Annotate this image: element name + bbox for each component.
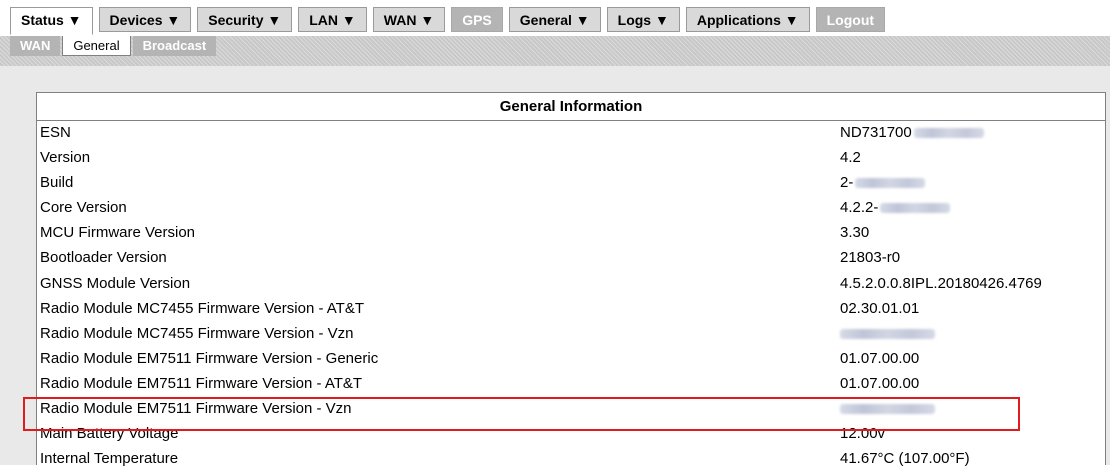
row-value: 01.07.00.00	[840, 346, 919, 371]
row-label: Radio Module EM7511 Firmware Version - A…	[40, 374, 363, 392]
content-area: General Information ESN ND731700 Version 4.…	[0, 66, 1110, 467]
info-row-build: Build 2-	[37, 170, 1105, 195]
tab-general[interactable]: General	[62, 36, 131, 56]
menu-devices[interactable]: Devices ▼	[98, 7, 192, 32]
row-value-text: 01.07.00.00	[840, 374, 920, 392]
row-label: MCU Firmware Version	[40, 224, 196, 242]
info-row-mcu-firmware-version: MCU Firmware Version 3.30	[37, 220, 1105, 245]
redacted-value	[855, 178, 926, 189]
menu-security[interactable]: Security ▼	[197, 7, 293, 32]
info-row-bootloader-version: Bootloader Version 21803-r0	[37, 245, 1105, 270]
row-value-text: 4.5.2.0.0.8IPL.20180426.4769	[840, 274, 1042, 292]
top-navigation: Status ▼ Devices ▼ Security ▼ LAN ▼ WAN ▼ GPS…	[0, 0, 1110, 36]
row-value: 01.07.00.00	[840, 371, 919, 396]
tab-broadcast[interactable]: Broadcast	[132, 36, 217, 56]
redacted-value	[840, 404, 935, 415]
menu-applications[interactable]: Applications ▼	[685, 7, 810, 32]
row-value-text: ND731700	[840, 124, 912, 141]
sub-menu: WAN General Broadcast	[10, 36, 217, 57]
row-label: GNSS Module Version	[40, 274, 191, 292]
row-value: 21803-r0	[840, 245, 900, 270]
row-value: 4.2.2-	[840, 195, 951, 220]
row-value-text: 3.30	[840, 224, 870, 242]
row-value: ND731700	[840, 120, 984, 145]
info-row-main-battery-voltage: Main Battery Voltage 12.00v	[37, 421, 1105, 446]
menu-logs[interactable]: Logs ▼	[606, 7, 680, 32]
info-row-core-version: Core Version 4.2.2-	[37, 195, 1105, 220]
info-row-radio-module-mc7455-firmware-version-vzn: Radio Module MC7455 Firmware Version - V…	[37, 321, 1105, 346]
row-value: 2-	[840, 170, 926, 195]
row-label: Radio Module EM7511 Firmware Version - G…	[40, 349, 379, 367]
tab-wan[interactable]: WAN	[10, 36, 61, 56]
row-label: Radio Module MC7455 Firmware Version - A…	[40, 299, 365, 317]
info-row-internal-temperature: Internal Temperature 41.67°C (107.00°F)	[37, 446, 1105, 471]
row-value: 4.2	[840, 145, 861, 170]
menu-gps[interactable]: GPS	[451, 7, 503, 32]
row-value	[840, 396, 935, 421]
row-label: ESN	[40, 124, 71, 141]
row-label: Radio Module MC7455 Firmware Version - V…	[40, 324, 354, 342]
redacted-value	[880, 203, 951, 214]
info-rows: ESN ND731700 Version 4.2 Build 2- Core Version…	[37, 120, 1105, 471]
row-label: Main Battery Voltage	[40, 425, 179, 443]
row-value-text: 21803-r0	[840, 249, 901, 267]
row-value: 41.67°C (107.00°F)	[840, 446, 970, 471]
row-value	[840, 321, 935, 346]
menu-general[interactable]: General ▼	[508, 7, 601, 32]
redacted-value	[913, 128, 984, 139]
info-row-gnss-module-version: GNSS Module Version 4.5.2.0.0.8IPL.201804…	[37, 271, 1105, 296]
row-label: Core Version	[40, 199, 127, 217]
row-label: Internal Temperature	[40, 450, 179, 468]
row-value-text: 02.30.01.01	[840, 299, 920, 317]
row-value: 3.30	[840, 220, 869, 245]
row-label: Bootloader Version	[40, 249, 167, 267]
info-row-radio-module-em7511-firmware-version-vzn: Radio Module EM7511 Firmware Version - V…	[37, 396, 1105, 421]
menu-wan[interactable]: WAN ▼	[372, 7, 446, 32]
row-value: 02.30.01.01	[840, 296, 919, 321]
row-value: 4.5.2.0.0.8IPL.20180426.4769	[840, 271, 1042, 296]
menu-lan[interactable]: LAN ▼	[298, 7, 367, 32]
row-label: Version	[40, 149, 91, 167]
row-label: Radio Module EM7511 Firmware Version - V…	[40, 400, 352, 418]
redacted-value	[840, 328, 935, 339]
row-value-text: 12.00v	[840, 425, 886, 443]
row-value-text: 2-	[840, 174, 854, 192]
info-row-version: Version 4.2	[37, 145, 1105, 170]
row-value-text: 4.2.2-	[840, 199, 879, 217]
row-value: 12.00v	[840, 421, 885, 446]
info-row-esn: ESN ND731700	[37, 120, 1105, 145]
general-information-panel: General Information ESN ND731700 Version 4.…	[36, 92, 1106, 467]
info-row-radio-module-em7511-firmware-version-generic: Radio Module EM7511 Firmware Version - G…	[37, 346, 1105, 371]
info-row-radio-module-em7511-firmware-version-at-t: Radio Module EM7511 Firmware Version - A…	[37, 371, 1105, 396]
menu-status[interactable]: Status ▼	[10, 7, 93, 35]
info-row-radio-module-mc7455-firmware-version-at-t: Radio Module MC7455 Firmware Version - A…	[37, 296, 1105, 321]
panel-title: General Information	[37, 93, 1105, 121]
row-value-text: 01.07.00.00	[840, 349, 920, 367]
row-value-text: 4.2	[840, 149, 861, 167]
menu-logout[interactable]: Logout	[815, 7, 886, 32]
row-label: Build	[40, 174, 74, 192]
main-menu: Status ▼ Devices ▼ Security ▼ LAN ▼ WAN ▼ GPS…	[10, 7, 886, 35]
